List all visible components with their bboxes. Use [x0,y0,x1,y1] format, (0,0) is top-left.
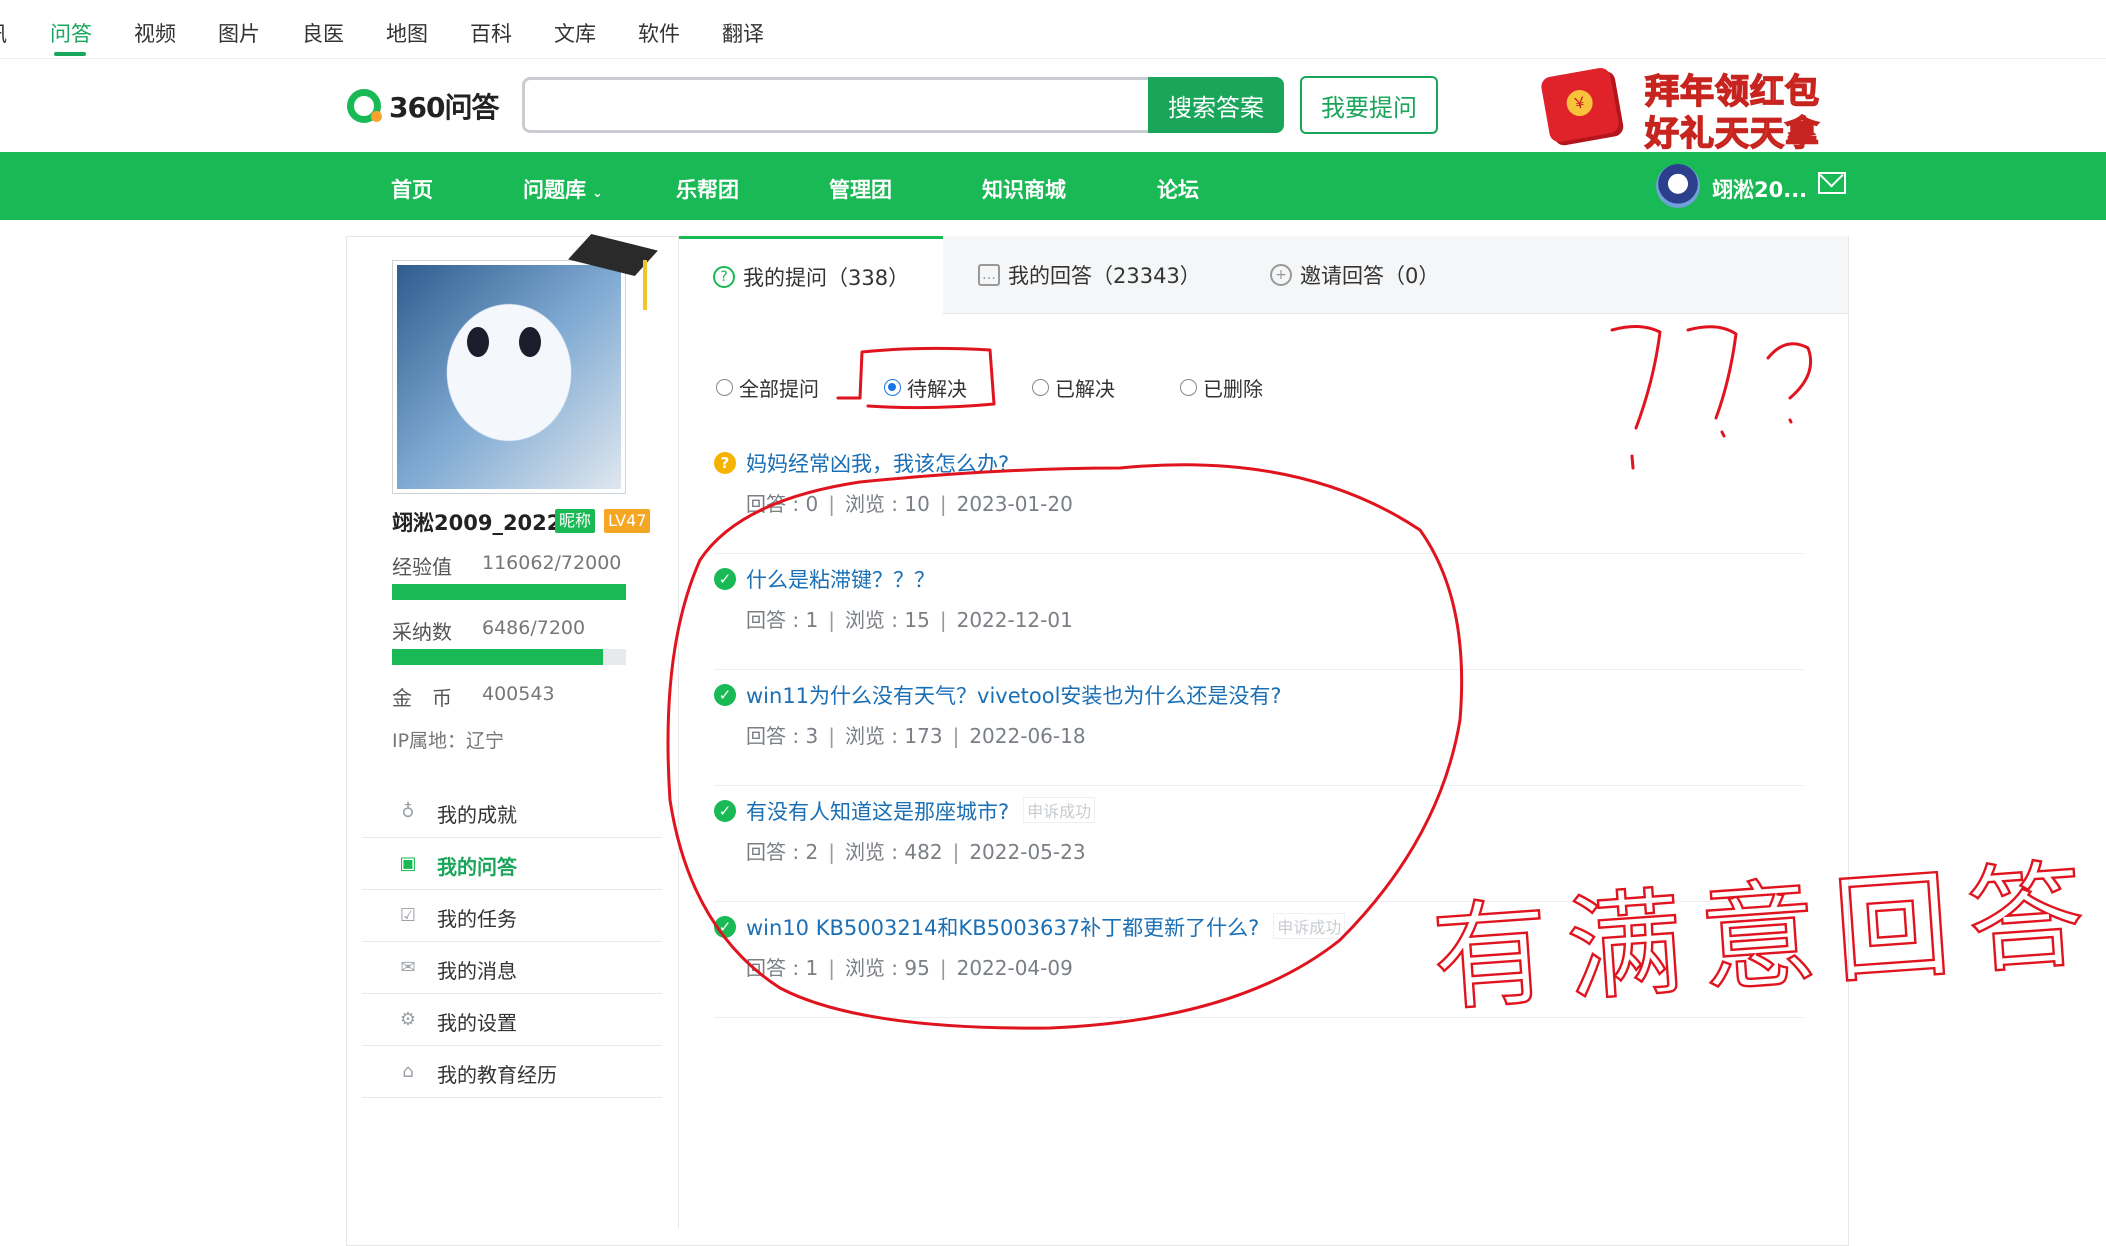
coins-label: 金 币 [392,686,452,710]
coins-value: 400543 [482,683,555,705]
filter-all[interactable]: 全部提问 [716,373,819,402]
topnav-item-translate[interactable]: 翻译 [722,18,764,48]
experience-value: 116062/72000 [482,552,622,574]
main-nav-lebang[interactable]: 乐帮团 [676,174,739,204]
red-envelope-icon [1539,66,1621,144]
promo-line-2: 好礼天天拿 [1644,113,1820,155]
question-item: ✓ win10 KB5003214和KB5003637补丁都更新了什么? 申诉成功… [714,902,1804,1018]
user-invite-icon: + [1270,264,1292,286]
question-item: ? 妈妈经常凶我，我该怎么办? 回答 : 0 | 浏览 : 10 | 2023-01-2… [714,438,1804,554]
search-button[interactable]: 搜索答案 [1148,77,1284,133]
question-item: ✓ 什么是粘滞键？？？ 回答 : 1 | 浏览 : 15 | 2022-12-01 [714,554,1804,670]
ip-location: IP属地：辽宁 [392,730,505,752]
mail-icon: ✉ [400,957,416,978]
radio-deleted[interactable] [1180,379,1197,396]
topnav-item-doctor[interactable]: 良医 [302,18,344,48]
radio-solved[interactable] [1032,379,1049,396]
adoption-bar-fill [392,649,603,665]
site-logo[interactable]: 360问答 [347,86,499,126]
logo-icon [347,89,382,123]
question-title[interactable]: 什么是粘滞键？？？ [746,564,935,594]
solved-check-icon: ✓ [714,916,736,938]
nickname-badge: 昵称 [555,509,596,533]
topnav-item-news[interactable]: 讯 [0,18,7,48]
main-nav-home[interactable]: 首页 [391,174,433,204]
solved-check-icon: ✓ [714,800,736,822]
solved-check-icon: ✓ [714,684,736,706]
topnav-item-video[interactable]: 视频 [134,18,176,48]
side-menu-achievements[interactable]: ♁ 我的成就 [362,786,662,838]
topnav-item-software[interactable]: 软件 [638,18,680,48]
graduation-cap-icon [568,233,659,310]
pending-status-icon: ? [714,452,736,474]
graduation-cap-icon: ⌂ [402,1061,414,1082]
main-nav-question-bank[interactable]: 问题库 ⌄ [523,174,603,204]
filter-pending[interactable]: 待解决 [884,373,967,402]
medal-icon: ♁ [401,801,415,822]
topnav-item-qa[interactable]: 问答 [50,18,92,48]
chat-bubble-icon: … [978,264,1000,286]
topnav-item-baike[interactable]: 百科 [470,18,512,48]
main-nav-admin[interactable]: 管理团 [829,174,892,204]
question-title[interactable]: 妈妈经常凶我，我该怎么办? [746,448,1009,478]
user-avatar[interactable] [1656,164,1700,208]
appeal-success-tag: 申诉成功 [1273,913,1346,939]
qa-icon: ▣ [399,853,417,874]
profile-avatar[interactable] [392,260,626,494]
topnav-item-images[interactable]: 图片 [218,18,260,48]
level-badge: LV47 [604,509,651,533]
main-nav-forum[interactable]: 论坛 [1157,174,1199,204]
experience-label: 经验值 [392,555,452,579]
gear-icon: ⚙ [399,1009,417,1030]
tab-my-answers[interactable]: … 我的回答（23343） [978,236,1201,314]
active-tab-underline [54,52,86,56]
top-nav: 讯 问答 视频 图片 良医 地图 百科 文库 软件 翻译 [0,0,2106,59]
question-item: ✓ win11为什么没有天气？vivetool安装也为什么还是没有? 回答 : … [714,670,1804,786]
panda-avatar-image [397,265,621,489]
experience-bar [392,584,626,600]
adoption-value: 6486/7200 [482,617,586,639]
tab-invited-answers[interactable]: + 邀请回答（0） [1270,236,1439,314]
side-menu-my-qa[interactable]: ▣ 我的问答 [362,838,662,890]
promo-banner[interactable]: 拜年领红包 好礼天天拿 [1539,64,1825,155]
profile-username: 翊淞2009_2022 [392,511,562,535]
mail-icon[interactable] [1818,172,1846,194]
side-menu-settings[interactable]: ⚙ 我的设置 [362,994,662,1046]
radio-all[interactable] [716,379,733,396]
tab-my-questions[interactable]: ? 我的提问（338） [679,236,943,315]
topnav-item-map[interactable]: 地图 [386,18,428,48]
side-menu-education[interactable]: ⌂ 我的教育经历 [362,1046,662,1098]
experience-bar-fill [392,584,626,600]
appeal-success-tag: 申诉成功 [1023,797,1096,823]
question-circle-icon: ? [713,266,735,288]
solved-check-icon: ✓ [714,568,736,590]
ask-question-button[interactable]: 我要提问 [1300,76,1438,134]
question-meta: 回答 : 2 | 浏览 : 482 | 2022-05-23 [746,840,1086,864]
radio-pending[interactable] [884,379,901,396]
question-title[interactable]: win10 KB5003214和KB5003637补丁都更新了什么? 申诉成功 [746,912,1346,942]
side-menu-tasks[interactable]: ☑ 我的任务 [362,890,662,942]
filter-solved[interactable]: 已解决 [1032,373,1115,402]
topnav-item-wenku[interactable]: 文库 [554,18,596,48]
sidebar-divider [678,236,679,1228]
search-input[interactable] [522,77,1150,133]
nav-username[interactable]: 翊淞20... [1712,174,1807,204]
main-nav-mall[interactable]: 知识商城 [982,174,1066,204]
calendar-check-icon: ☑ [399,905,417,926]
chevron-down-icon: ⌄ [592,186,603,201]
question-meta: 回答 : 0 | 浏览 : 10 | 2023-01-20 [746,492,1073,516]
adoption-bar [392,649,626,665]
adoption-label: 采纳数 [392,620,452,644]
question-title[interactable]: win11为什么没有天气？vivetool安装也为什么还是没有? [746,680,1282,710]
filter-deleted[interactable]: 已删除 [1180,373,1263,402]
question-meta: 回答 : 1 | 浏览 : 15 | 2022-12-01 [746,608,1073,632]
logo-text: 360问答 [389,91,499,124]
question-item: ✓ 有没有人知道这是那座城市? 申诉成功 回答 : 2 | 浏览 : 482 | 2022… [714,786,1804,902]
question-meta: 回答 : 3 | 浏览 : 173 | 2022-06-18 [746,724,1086,748]
question-title[interactable]: 有没有人知道这是那座城市? 申诉成功 [746,796,1096,826]
question-meta: 回答 : 1 | 浏览 : 95 | 2022-04-09 [746,956,1073,980]
side-menu-messages[interactable]: ✉ 我的消息 [362,942,662,994]
